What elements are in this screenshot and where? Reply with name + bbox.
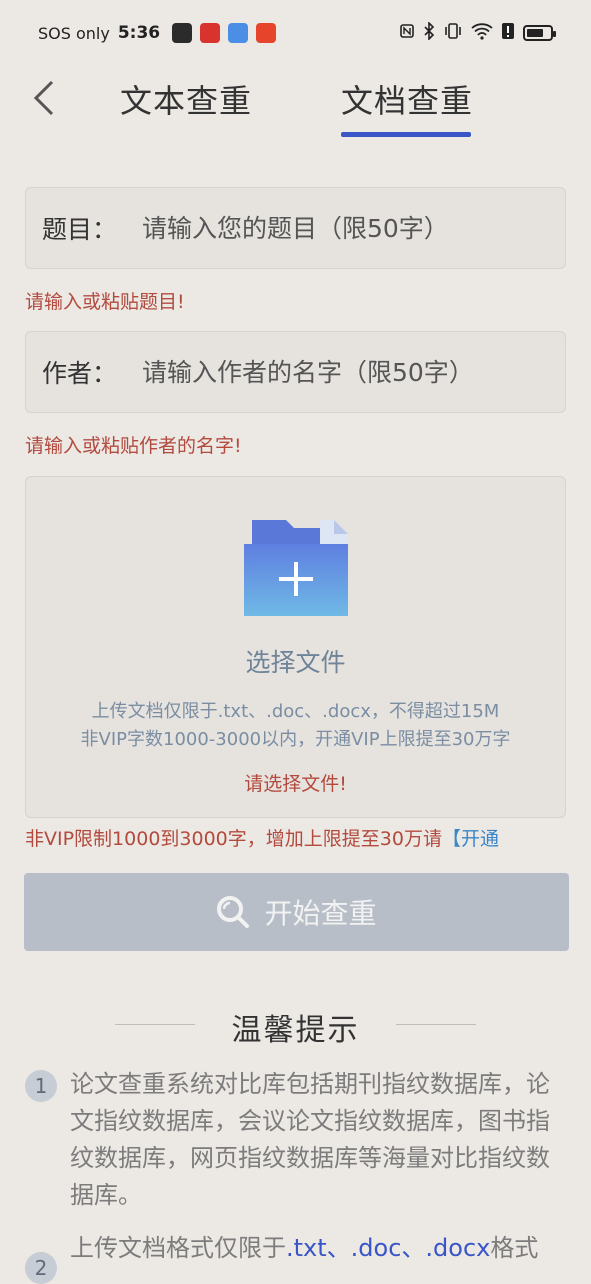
title-error: 请输入或粘贴题目!	[25, 291, 185, 313]
back-button[interactable]	[24, 76, 64, 120]
vip-limit-text: 非VIP限制1000到3000字，增加上限提至30万请	[25, 828, 442, 850]
tab-document-check[interactable]: 文档查重	[341, 76, 473, 122]
bluetooth-icon	[423, 21, 435, 44]
title-label: 题目：	[42, 215, 118, 244]
nfc-icon	[399, 23, 415, 43]
author-input[interactable]	[142, 357, 565, 387]
folder-add-icon[interactable]	[244, 520, 348, 616]
title-input[interactable]	[142, 213, 565, 243]
wifi-icon	[471, 22, 493, 44]
tip-text: 论文查重系统对比库包括期刊指纹数据库，论文指纹数据库，会议论文指纹数据库，图书指…	[70, 1070, 550, 1209]
app-notification-icon	[228, 23, 249, 43]
start-check-label: 开始查重	[264, 897, 377, 930]
select-file-label[interactable]: 选择文件	[26, 643, 565, 679]
author-error: 请输入或粘贴作者的名字!	[25, 435, 242, 457]
app-notification-icon	[200, 23, 221, 43]
vibrate-icon	[443, 22, 463, 44]
upload-limit-hint: 非VIP字数1000-3000以内，开通VIP上限提至30万字	[80, 729, 511, 750]
author-field[interactable]: 作者：	[25, 331, 566, 413]
author-label: 作者：	[42, 359, 118, 388]
open-vip-link[interactable]: 【开通	[442, 828, 499, 850]
tip-format-highlight: .txt、.doc、.docx	[286, 1234, 491, 1262]
file-upload-area[interactable]: 选择文件 上传文档仅限于.txt、.doc、.docx，不得超过15M 非VIP…	[25, 476, 566, 818]
search-icon	[217, 896, 250, 928]
file-error: 请选择文件!	[244, 773, 347, 795]
carrier-text: SOS only	[38, 23, 110, 43]
status-left: SOS only 5:36	[38, 23, 277, 43]
clock: 5:36	[117, 23, 161, 43]
tab-text-check[interactable]: 文本查重	[120, 76, 252, 122]
app-notification-icon	[256, 23, 277, 43]
title-field[interactable]: 题目：	[25, 187, 566, 269]
tip-text-after: 格式	[490, 1234, 539, 1262]
tabs-header: 文本查重 文档查重	[0, 66, 591, 146]
tip-text: 上传文档格式仅限于.txt、.doc、.docx格式	[70, 1230, 570, 1267]
status-bar: SOS only 5:36	[0, 0, 591, 66]
tip-number: 1	[25, 1070, 57, 1102]
status-right	[399, 21, 556, 44]
active-tab-indicator	[341, 132, 471, 137]
tip-number: 2	[25, 1252, 57, 1284]
vip-limit-note: 非VIP限制1000到3000字，增加上限提至30万请【开通	[25, 824, 499, 851]
tip-text-before: 上传文档格式仅限于	[70, 1234, 286, 1262]
divider	[396, 1024, 476, 1025]
upload-format-hint: 上传文档仅限于.txt、.doc、.docx，不得超过15M	[91, 701, 500, 722]
start-check-button[interactable]: 开始查重	[24, 873, 569, 951]
alert-icon	[501, 22, 515, 44]
tips-header: 温馨提示	[0, 1003, 591, 1048]
tips-title: 温馨提示	[231, 1013, 360, 1048]
app-notification-icon	[172, 23, 193, 43]
battery-icon	[523, 25, 556, 41]
chevron-left-icon	[33, 80, 54, 116]
